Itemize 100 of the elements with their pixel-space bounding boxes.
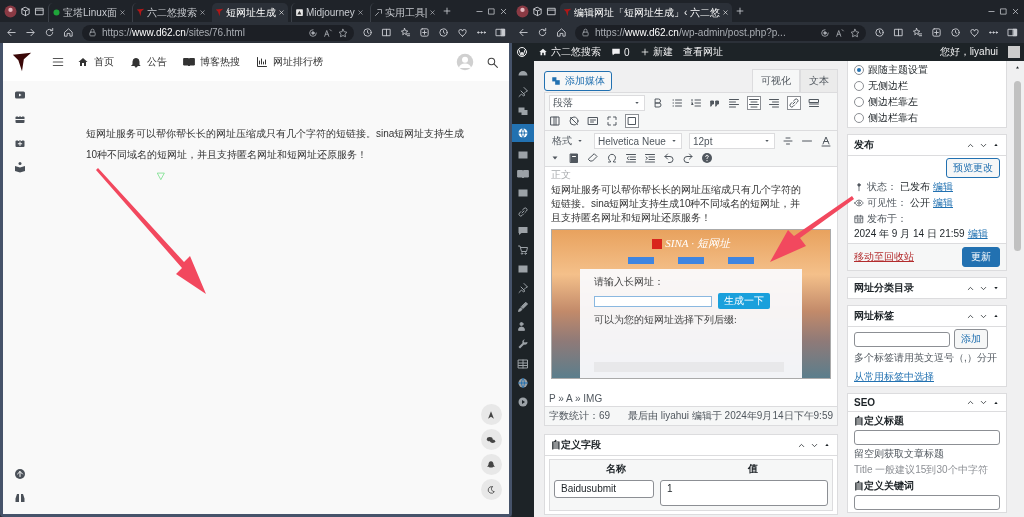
- greeting-text[interactable]: 您好，liyahui: [939, 45, 998, 59]
- redo-icon[interactable]: [682, 152, 694, 164]
- read-aloud-icon[interactable]: [835, 27, 845, 38]
- medical-kit-icon[interactable]: [14, 137, 26, 149]
- split-screen-icon[interactable]: [893, 27, 904, 38]
- format-menu[interactable]: 格式: [549, 133, 587, 149]
- columns-icon[interactable]: [549, 115, 561, 127]
- wordpress-logo-icon[interactable]: [516, 46, 528, 58]
- close-icon[interactable]: [356, 9, 364, 16]
- close-icon[interactable]: [499, 6, 508, 16]
- text-input[interactable]: [854, 495, 1000, 510]
- hide-icon[interactable]: [568, 115, 580, 127]
- pin-icon[interactable]: [517, 86, 529, 98]
- nav-link[interactable]: 博客热搜: [183, 55, 240, 69]
- radio-button[interactable]: [854, 97, 864, 107]
- avatar-icon[interactable]: [516, 4, 529, 18]
- table-icon[interactable]: [517, 358, 529, 370]
- square-icon[interactable]: [626, 115, 638, 127]
- radio-button[interactable]: [854, 65, 864, 75]
- browser-tab[interactable]: 实用工具|: [369, 3, 440, 22]
- home-icon[interactable]: [556, 27, 567, 38]
- chevron-down-icon[interactable]: [979, 398, 988, 407]
- update-button[interactable]: 更新: [962, 247, 1000, 267]
- link-icon[interactable]: [788, 97, 800, 109]
- pin-icon[interactable]: [517, 282, 529, 294]
- address-bar[interactable]: https://www.d62.cn/wp-admin/post.php?p...: [575, 24, 866, 41]
- view-link[interactable]: 查看网址: [682, 45, 723, 59]
- omega-icon[interactable]: [606, 152, 618, 164]
- edit-link[interactable]: 编辑: [967, 227, 988, 241]
- align-left-icon[interactable]: [728, 97, 740, 109]
- brush-icon[interactable]: [517, 301, 529, 313]
- site-link[interactable]: 六二悠搜索: [538, 45, 601, 59]
- book-icon[interactable]: [517, 168, 529, 180]
- cube-icon[interactable]: [532, 5, 543, 17]
- globe-icon[interactable]: [517, 377, 529, 389]
- browser-tab[interactable]: Midjourney: [290, 3, 367, 22]
- scrollbar-thumb[interactable]: [1013, 81, 1021, 251]
- play-icon[interactable]: [517, 396, 529, 408]
- sidebar-icon[interactable]: [495, 27, 506, 38]
- triangle-up-icon[interactable]: [992, 141, 1000, 149]
- read-aloud-icon[interactable]: [323, 27, 333, 38]
- collections-icon[interactable]: [419, 27, 430, 38]
- close-icon[interactable]: [722, 9, 730, 16]
- editor-tab[interactable]: 可视化: [752, 69, 800, 92]
- card-icon[interactable]: [517, 149, 529, 161]
- navigation-button[interactable]: [480, 404, 502, 425]
- card-icon[interactable]: [587, 115, 599, 127]
- panel-icon[interactable]: [34, 5, 45, 17]
- heart-icon[interactable]: [457, 27, 468, 38]
- media-icon[interactable]: [517, 105, 529, 117]
- briefcase-icon[interactable]: [14, 113, 26, 125]
- collections-icon[interactable]: [931, 27, 942, 38]
- refresh-icon[interactable]: [44, 27, 55, 38]
- heart-icon[interactable]: [969, 27, 980, 38]
- panel-icon[interactable]: [546, 5, 557, 17]
- comments-link[interactable]: 0: [611, 46, 630, 58]
- reader-icon[interactable]: [820, 27, 830, 38]
- logo-icon[interactable]: [11, 51, 33, 73]
- refresh-icon[interactable]: [537, 27, 548, 38]
- close-icon[interactable]: [429, 9, 437, 16]
- indent-icon[interactable]: [644, 152, 656, 164]
- nav-link[interactable]: 首页: [77, 55, 114, 69]
- align-center-icon[interactable]: [748, 97, 760, 109]
- back-icon[interactable]: [6, 27, 17, 38]
- wrench-icon[interactable]: [517, 339, 529, 351]
- quote-icon[interactable]: [709, 97, 721, 109]
- address-bar[interactable]: https://www.d62.cn/sites/76.html: [82, 24, 354, 41]
- comment-icon[interactable]: [517, 225, 529, 237]
- nav-link[interactable]: 公告: [130, 55, 167, 69]
- font-family-select[interactable]: Helvetica Neue: [594, 133, 682, 149]
- search-icon[interactable]: [486, 55, 499, 69]
- menu-icon[interactable]: [51, 55, 65, 69]
- bold-icon[interactable]: [652, 97, 664, 109]
- align-right-icon[interactable]: [768, 97, 780, 109]
- back-icon[interactable]: [518, 27, 529, 38]
- edit-link[interactable]: 编辑: [933, 180, 953, 194]
- triangle-up-icon[interactable]: [992, 312, 1000, 320]
- read-more-icon[interactable]: [808, 97, 820, 109]
- star-icon[interactable]: [850, 27, 860, 38]
- new-tab-icon[interactable]: [442, 6, 453, 16]
- chevron-up-icon[interactable]: [966, 398, 975, 407]
- globe-icon[interactable]: [517, 127, 529, 139]
- close-icon[interactable]: [277, 9, 285, 16]
- radio-button[interactable]: [854, 113, 864, 123]
- sidebar-icon[interactable]: [1007, 27, 1018, 38]
- cart-icon[interactable]: [517, 244, 529, 256]
- card-icon[interactable]: [517, 187, 529, 199]
- forward-icon[interactable]: [25, 27, 36, 38]
- nav-link[interactable]: 网址排行榜: [256, 55, 323, 69]
- name-field[interactable]: Baidusubmit: [554, 480, 654, 498]
- maximize-icon[interactable]: [999, 6, 1008, 16]
- font-size-select[interactable]: 12pt: [689, 133, 775, 149]
- moon-button[interactable]: [480, 479, 502, 500]
- star-icon[interactable]: [338, 27, 348, 38]
- video-icon[interactable]: [14, 89, 26, 101]
- editor-tab[interactable]: 文本: [800, 69, 838, 92]
- home-icon[interactable]: [63, 27, 74, 38]
- eraser-icon[interactable]: [587, 152, 599, 164]
- triangle-up-icon[interactable]: [823, 441, 831, 449]
- add-media-button[interactable]: 添加媒体: [544, 70, 612, 91]
